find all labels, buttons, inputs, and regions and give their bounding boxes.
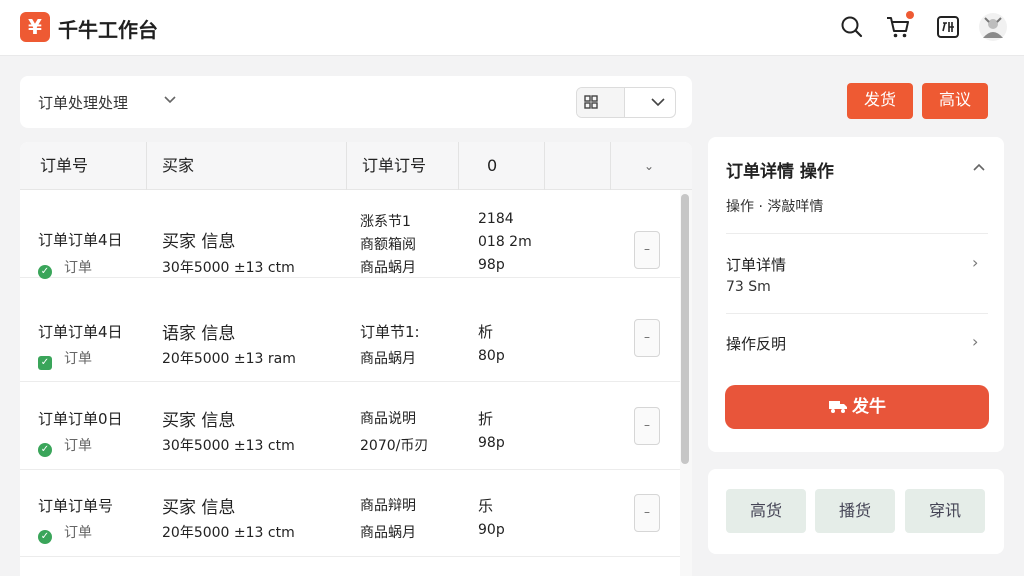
check-circle-icon: ✓	[38, 530, 52, 544]
column-header-order-info[interactable]: 订单订号	[362, 142, 426, 190]
buyer-name: 买家 信息	[162, 232, 236, 252]
order-info-line: 商品蜗月	[360, 525, 416, 541]
table-header: 订单号 买家 订单订号 0 ⌄	[20, 142, 692, 190]
quick-action-button[interactable]: 高货	[726, 489, 806, 533]
table-row[interactable]: 订单订单4日 ✓ 订单 语家 信息 20年5000 ±13 ram 订单节1: 商…	[20, 295, 680, 382]
order-value: 乐	[478, 497, 494, 515]
row-action-button[interactable]: –	[634, 319, 660, 357]
order-value: 折	[478, 410, 494, 428]
order-info-line: 商品蜗月	[360, 351, 416, 367]
status-text: 订单	[64, 438, 92, 454]
quick-action-button[interactable]: 播货	[815, 489, 895, 533]
order-number: 订单订单号	[38, 497, 114, 515]
divider	[726, 233, 988, 234]
quick-action-button[interactable]: 穿讯	[905, 489, 985, 533]
order-value: 018 2m	[478, 234, 532, 250]
buyer-name: 买家 信息	[162, 411, 236, 431]
buyer-name: 买家 信息	[162, 498, 236, 518]
ship-order-label: 发牛	[852, 397, 886, 417]
status-text: 订单	[64, 260, 92, 276]
status-text: 订单	[64, 351, 92, 367]
app-logo[interactable]: ¥	[20, 12, 50, 42]
avatar[interactable]	[978, 12, 1008, 42]
order-info-line: 订单节1:	[360, 323, 420, 341]
translate-icon[interactable]	[935, 14, 961, 40]
order-value: 2184	[478, 211, 514, 227]
order-value: 98p	[478, 257, 505, 273]
panel-subtitle: 操作 · 涔敲咩情	[726, 199, 824, 215]
order-value: 析	[478, 323, 494, 341]
status-badge: ✓ 订单	[38, 348, 92, 370]
check-circle-icon: ✓	[38, 443, 52, 457]
filter-bar: 订单处理处理	[20, 76, 692, 128]
column-divider	[346, 142, 347, 190]
column-header-buyer[interactable]: 买家	[162, 142, 194, 190]
ship-button[interactable]: 发货	[847, 83, 913, 119]
buyer-detail: 20年5000 ±13 ctm	[162, 525, 295, 541]
order-info-line: 商品辩明	[360, 498, 416, 514]
order-info-line: 商额箱阅	[360, 237, 416, 253]
chevron-up-icon[interactable]	[973, 163, 985, 171]
grid-icon	[584, 95, 598, 109]
order-value: 80p	[478, 348, 505, 364]
order-info-line: 2070/币刃	[360, 438, 429, 454]
chevron-right-icon[interactable]: ›	[972, 332, 978, 351]
order-number: 订单订单4日	[38, 323, 123, 341]
row-action-button[interactable]: –	[634, 494, 660, 532]
order-number: 订单订单0日	[38, 410, 123, 428]
chevron-right-icon[interactable]: ›	[972, 253, 978, 272]
order-detail-value: 73 Sm	[726, 279, 771, 295]
status-badge: ✓ 订单	[38, 435, 92, 457]
table-row[interactable]: 订单订单号 ✓ 订单 买家 信息 20年5000 ±13 ctm 商品辩明 商品蜗…	[20, 470, 680, 557]
check-square-icon: ✓	[38, 356, 52, 370]
cart-badge	[906, 11, 914, 19]
table-row[interactable]: 订单订单4日 ✓ 订单 买家 信息 30年5000 ±13 ctm 涨系节1 商额…	[20, 191, 680, 279]
column-divider	[544, 142, 545, 190]
divider	[726, 313, 988, 314]
advanced-button[interactable]: 高议	[922, 83, 988, 119]
status-badge: ✓ 订单	[38, 522, 92, 544]
chevron-down-icon[interactable]	[164, 95, 176, 105]
buyer-name: 语家 信息	[162, 324, 236, 344]
operation-item[interactable]: 操作反明	[726, 333, 786, 354]
row-action-button[interactable]: –	[634, 407, 660, 445]
order-number: 订单订单4日	[38, 231, 123, 249]
view-toggle[interactable]	[576, 87, 676, 118]
truck-icon	[829, 401, 847, 413]
column-divider	[458, 142, 459, 190]
order-info-line: 商品蜗月	[360, 260, 416, 276]
order-info-line: 涨系节1	[360, 214, 411, 230]
column-divider	[610, 142, 611, 190]
order-filter-dropdown[interactable]: 订单处理处理	[38, 92, 128, 113]
sort-icon[interactable]: ⌄	[644, 142, 654, 190]
row-action-button[interactable]: –	[634, 231, 660, 269]
chevron-down-icon[interactable]	[651, 97, 665, 107]
grid-view-button[interactable]	[577, 88, 625, 117]
column-header-count[interactable]: 0	[487, 142, 497, 190]
buyer-detail: 30年5000 ±13 ctm	[162, 260, 295, 276]
order-value: 90p	[478, 522, 505, 538]
ship-order-button[interactable]: 发牛	[725, 385, 989, 429]
order-detail-item[interactable]: 订单详情	[726, 254, 786, 275]
top-bar: ¥ 千牛工作台	[0, 0, 1024, 56]
column-header-order-no[interactable]: 订单号	[40, 142, 88, 190]
app-title: 千牛工作台	[58, 18, 158, 42]
panel-title: 订单详情 操作	[726, 162, 834, 182]
table-row[interactable]: 订单订单0日 ✓ 订单 买家 信息 30年5000 ±13 ctm 商品说明 20…	[20, 383, 680, 470]
orders-table: 订单号 买家 订单订号 0 ⌄ 订单订单4日 ✓ 订单 买家 信息 30年5000…	[20, 142, 692, 576]
check-circle-icon: ✓	[38, 265, 52, 279]
search-icon[interactable]	[839, 14, 865, 40]
status-text: 订单	[64, 525, 92, 541]
status-badge: ✓ 订单	[38, 257, 92, 279]
buyer-detail: 20年5000 ±13 ram	[162, 351, 296, 367]
order-info-line: 商品说明	[360, 411, 416, 427]
buyer-detail: 30年5000 ±13 ctm	[162, 438, 295, 454]
scrollbar-thumb[interactable]	[681, 194, 689, 464]
quick-actions-panel: 高货 播货 穿讯	[708, 469, 1004, 554]
order-detail-panel: 订单详情 操作 操作 · 涔敲咩情 订单详情 73 Sm › 操作反明 › 发牛	[708, 137, 1004, 452]
column-divider	[146, 142, 147, 190]
order-value: 98p	[478, 435, 505, 451]
